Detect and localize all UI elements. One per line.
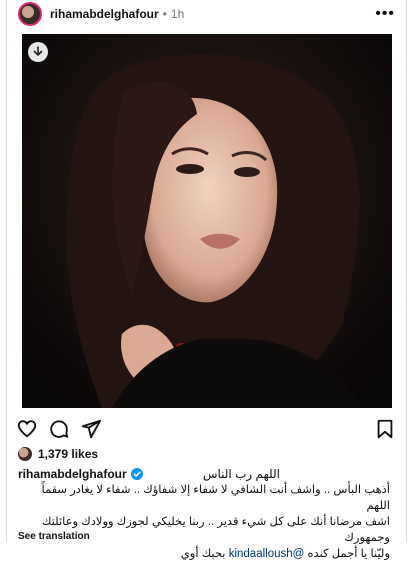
caption-line-4: وليّنا يا أجمل كنده @kindaalloush بحبك أ… (18, 546, 390, 562)
caption-username[interactable]: rihamabdelghafour (18, 467, 127, 481)
see-translation-button[interactable]: See translation (18, 531, 90, 542)
verified-badge-icon (130, 468, 143, 480)
post-actions (16, 418, 396, 440)
more-horizontal-icon[interactable]: ••• (375, 5, 399, 23)
liker-avatar (18, 447, 32, 461)
caption-line-4-suffix: بحبك أوي (180, 548, 226, 560)
caption-text: أذهب البأس .. واشف أنت الشافي لا شفاء إل… (18, 482, 390, 562)
caption-line-4-prefix: وليّنا يا أجمل كنده (307, 548, 390, 560)
post-time[interactable]: 1h (171, 7, 184, 21)
post-image[interactable] (22, 34, 392, 408)
comment-icon[interactable] (48, 418, 70, 440)
download-icon[interactable] (28, 42, 48, 62)
caption-line-2: أذهب البأس .. واشف أنت الشافي لا شفاء إل… (41, 484, 390, 512)
avatar[interactable] (18, 2, 42, 26)
post-username[interactable]: rihamabdelghafour (50, 7, 159, 21)
portrait-photo (22, 34, 392, 408)
caption-line-1: اللهم رب الناس (202, 467, 280, 481)
mention-link[interactable]: @kindaalloush (229, 548, 305, 560)
post-header: rihamabdelghafour • 1h ••• (14, 0, 399, 28)
heart-icon[interactable] (16, 418, 38, 440)
separator-dot: • (162, 7, 167, 21)
likes-row[interactable]: 1,379 likes (18, 447, 98, 461)
share-icon[interactable] (80, 418, 102, 440)
likes-count[interactable]: 1,379 likes (38, 447, 98, 461)
bookmark-icon[interactable] (374, 418, 396, 440)
caption-header: rihamabdelghafour اللهم رب الناس (18, 467, 390, 481)
